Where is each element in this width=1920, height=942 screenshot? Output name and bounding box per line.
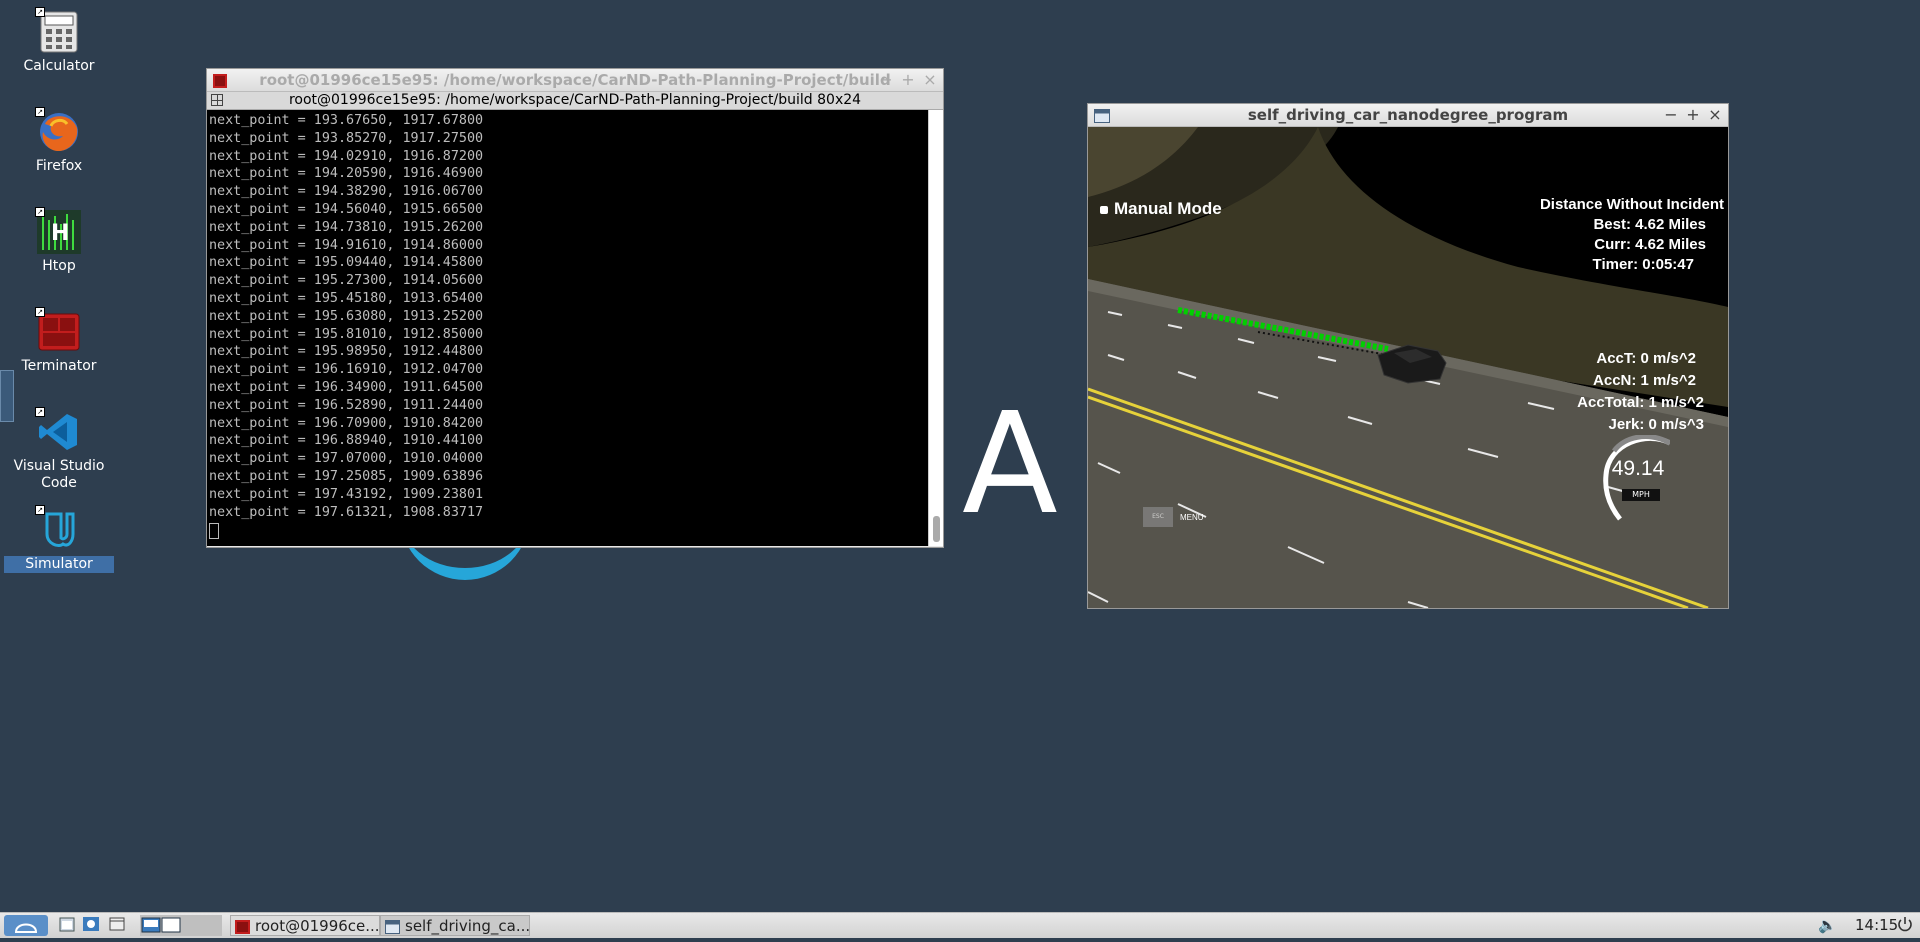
terminal-line: next_point = 194.91610, 1914.86000 — [209, 237, 484, 253]
menu-label[interactable]: MENU — [1180, 513, 1204, 522]
scrollbar-thumb[interactable] — [933, 516, 940, 542]
terminal-subtitle: root@01996ce15e95: /home/workspace/CarND… — [288, 92, 862, 108]
udacity-icon: ↗ — [35, 505, 81, 552]
terminal-tab-bar: root@01996ce15e95: /home/workspace/CarND… — [207, 92, 943, 110]
desktop-icon-label: Firefox — [35, 158, 83, 174]
watermark-letter: A — [962, 383, 1058, 546]
speedometer: 49.14 MPH — [1598, 435, 1670, 521]
close-button[interactable]: × — [1706, 104, 1724, 126]
htop-icon: H ↗ — [35, 207, 81, 254]
desktop-icon-simulator[interactable]: ↗ Simulator — [4, 505, 114, 573]
terminal-line: next_point = 194.20590, 1916.46900 — [209, 166, 484, 182]
desktop-icon-label: Simulator — [4, 556, 114, 573]
terminal-line: next_point = 193.67650, 1917.67800 — [209, 113, 484, 128]
taskbar: root@01996ce... self_driving_ca... 🔈 14:… — [0, 912, 1920, 938]
acc-total: AccTotal: 1 m/s^2 — [1577, 394, 1704, 411]
grid-icon[interactable] — [211, 94, 223, 106]
simulator-viewport[interactable]: Manual Mode Distance Without Incident Be… — [1088, 127, 1728, 608]
terminal-line: next_point = 195.63080, 1913.25200 — [209, 308, 484, 324]
power-icon[interactable] — [1896, 915, 1916, 936]
taskbar-task-terminal[interactable]: root@01996ce... — [230, 915, 380, 936]
terminal-line: next_point = 197.43192, 1909.23801 — [209, 486, 484, 502]
terminal-line: next_point = 195.09440, 1914.45800 — [209, 255, 484, 271]
terminal-line: next_point = 196.34900, 1911.64500 — [209, 379, 484, 395]
terminal-line: next_point = 196.16910, 1912.04700 — [209, 362, 484, 378]
window-list-icon[interactable] — [108, 915, 128, 936]
terminal-line: next_point = 197.25085, 1909.63896 — [209, 468, 484, 484]
terminal-output[interactable]: next_point = 193.67650, 1917.67800 next_p… — [207, 110, 929, 546]
mode-label: Manual Mode — [1114, 199, 1222, 218]
mode-indicator: Manual Mode — [1100, 199, 1222, 219]
desktop-icon-firefox[interactable]: ↗ Firefox — [4, 107, 114, 175]
terminal-line: next_point = 196.52890, 1911.24400 — [209, 397, 484, 413]
desktop-icon-terminator[interactable]: ↗ Terminator — [4, 307, 114, 375]
task-label: root@01996ce... — [255, 917, 380, 935]
desktop-icon-label: Visual Studio Code — [13, 458, 105, 491]
calculator-icon: ↗ — [35, 7, 81, 54]
current-distance: Curr: 4.62 Miles — [1594, 236, 1706, 253]
window-icon — [385, 919, 400, 934]
workspace-switcher[interactable] — [140, 915, 222, 936]
mode-dot-icon — [1100, 205, 1108, 214]
terminal-line: next_point = 197.61321, 1908.83717 — [209, 504, 484, 520]
taskbar-task-simulator[interactable]: self_driving_ca... — [380, 915, 530, 936]
minimize-button[interactable]: − — [1662, 104, 1680, 126]
volume-icon[interactable]: 🔈 — [1818, 915, 1838, 936]
speed-unit: MPH — [1622, 489, 1660, 501]
desktop-icon-label: Htop — [42, 258, 76, 274]
menu-button[interactable]: ESC — [1143, 507, 1173, 527]
terminal-line: next_point = 195.45180, 1913.65400 — [209, 290, 484, 306]
terminal-line: next_point = 194.02910, 1916.87200 — [209, 148, 484, 164]
terminator-icon: ↗ — [35, 307, 81, 354]
task-label: self_driving_ca... — [405, 917, 530, 935]
desktop-icon-vscode[interactable]: ↗ Visual Studio Code — [4, 407, 114, 492]
minimize-button[interactable]: − — [877, 69, 895, 91]
vscode-icon: ↗ — [35, 407, 81, 454]
start-menu-button[interactable] — [4, 915, 48, 936]
terminator-icon — [235, 919, 250, 934]
terminal-window[interactable]: root@01996ce15e95: /home/workspace/CarND… — [206, 68, 944, 548]
acc-n: AccN: 1 m/s^2 — [1593, 372, 1696, 389]
terminator-icon — [213, 72, 227, 88]
firefox-icon: ↗ — [35, 107, 81, 154]
terminal-scrollbar[interactable] — [928, 110, 943, 546]
acc-t: AccT: 0 m/s^2 — [1596, 350, 1696, 367]
close-button[interactable]: × — [921, 69, 939, 91]
best-distance: Best: 4.62 Miles — [1593, 216, 1706, 233]
simulator-titlebar[interactable]: self_driving_car_nanodegree_program − + … — [1088, 104, 1728, 127]
file-manager-icon[interactable] — [58, 915, 78, 936]
desktop-icon-calculator[interactable]: ↗ Calculator — [4, 7, 114, 75]
terminal-line: next_point = 195.27300, 1914.05600 — [209, 273, 484, 289]
terminal-line: next_point = 195.98950, 1912.44800 — [209, 344, 484, 360]
window-icon — [1094, 107, 1110, 123]
terminal-line: next_point = 196.88940, 1910.44100 — [209, 433, 484, 449]
terminal-line: next_point = 194.56040, 1915.66500 — [209, 201, 484, 217]
acceleration-panel: AccT: 0 m/s^2 AccN: 1 m/s^2 AccTotal: 1 … — [1577, 348, 1704, 436]
terminal-cursor — [209, 523, 219, 540]
window-title: self_driving_car_nanodegree_program — [1247, 106, 1569, 124]
desktop-icon-htop[interactable]: H ↗ Htop — [4, 207, 114, 275]
maximize-button[interactable]: + — [899, 69, 917, 91]
terminal-line: next_point = 194.73810, 1915.26200 — [209, 219, 484, 235]
speed-value: 49.14 — [1611, 457, 1665, 480]
clock[interactable]: 14:15 — [1855, 915, 1898, 936]
terminal-titlebar[interactable]: root@01996ce15e95: /home/workspace/CarND… — [207, 69, 943, 92]
distance-heading: Distance Without Incident — [1539, 196, 1724, 213]
terminal-line: next_point = 197.07000, 1910.04000 — [209, 451, 484, 467]
jerk: Jerk: 0 m/s^3 — [1608, 416, 1705, 433]
window-title: root@01996ce15e95: /home/workspace/CarND… — [259, 71, 891, 89]
settings-icon[interactable] — [82, 915, 102, 936]
desktop-icon-label: Calculator — [23, 58, 95, 74]
distance-panel: Distance Without Incident Best: 4.62 Mil… — [1540, 195, 1724, 275]
side-panel-handle[interactable] — [0, 370, 14, 422]
terminal-line: next_point = 194.38290, 1916.06700 — [209, 184, 484, 200]
svg-text:H: H — [51, 221, 69, 246]
terminal-line: next_point = 193.85270, 1917.27500 — [209, 130, 484, 146]
desktop-icon-label: Terminator — [21, 358, 97, 374]
timer: Timer: 0:05:47 — [1592, 256, 1694, 273]
maximize-button[interactable]: + — [1684, 104, 1702, 126]
terminal-line: next_point = 195.81010, 1912.85000 — [209, 326, 484, 342]
terminal-line: next_point = 196.70900, 1910.84200 — [209, 415, 484, 431]
simulator-window[interactable]: self_driving_car_nanodegree_program − + … — [1087, 103, 1729, 609]
